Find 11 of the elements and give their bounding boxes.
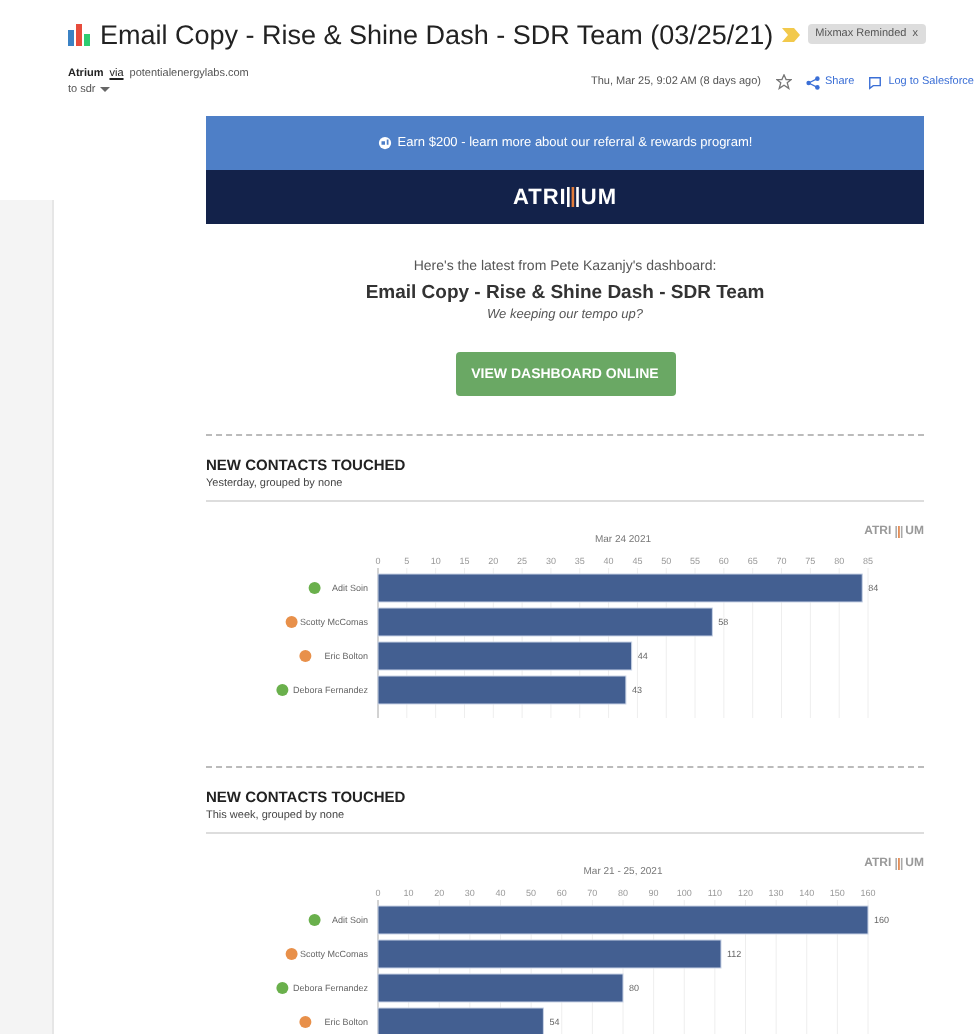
logo-bars-icon	[891, 526, 906, 538]
star-icon[interactable]	[775, 74, 791, 90]
chart-icon	[68, 22, 92, 46]
comment-icon[interactable]	[868, 75, 883, 89]
email-subject: Email Copy - Rise & Shine Dash - SDR Team (03/25/21)	[100, 19, 774, 49]
dashboard-title: Email Copy - Rise & Shine Dash - SDR Team	[365, 282, 765, 304]
brand-logo: ATRI UM	[513, 185, 617, 209]
share-icon[interactable]	[805, 75, 819, 89]
logo-bars-icon	[566, 186, 581, 208]
caret-icon[interactable]	[99, 84, 110, 94]
logo-bars-icon	[891, 858, 906, 870]
